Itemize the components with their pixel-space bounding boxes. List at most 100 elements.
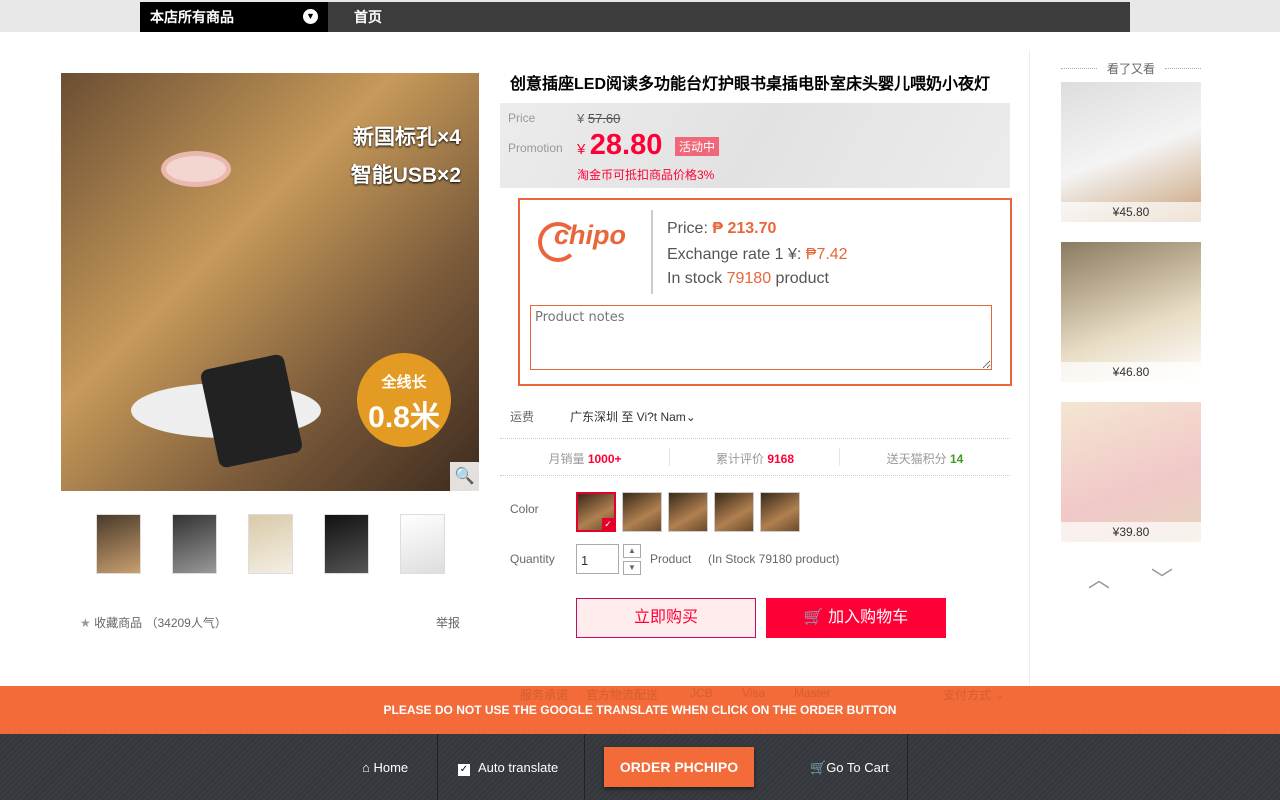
go-to-cart-button[interactable]: 🛒Go To Cart	[810, 760, 889, 776]
stock-note: (In Stock 79180 product)	[708, 552, 840, 566]
divider	[907, 734, 908, 800]
divider	[437, 734, 438, 800]
divider	[584, 734, 585, 800]
home-label: Home	[373, 760, 409, 775]
stock-info: In stock 79180 product	[667, 270, 829, 288]
promotion-price-value: 28.80	[589, 129, 663, 161]
chipo-price-label: Price:	[667, 220, 708, 237]
buy-now-button[interactable]: 立即购买	[576, 598, 756, 638]
chipo-price: Price: ₱ 213.70	[667, 220, 776, 238]
nav-home[interactable]: 首页	[354, 2, 382, 32]
quantity-unit: Product	[650, 552, 692, 566]
add-to-cart-button[interactable]: 🛒 加入购物车	[766, 598, 946, 638]
stat-value: 1000+	[587, 452, 622, 466]
stock-value: 79180	[726, 270, 772, 287]
color-swatch[interactable]	[760, 492, 800, 532]
auto-translate-label: Auto translate	[478, 760, 559, 775]
favorite-button[interactable]: ★ 收藏商品 （34209人气）	[80, 614, 227, 631]
color-swatch[interactable]	[714, 492, 754, 532]
recommend-item[interactable]: ¥45.80	[1061, 82, 1201, 222]
thumbnail[interactable]	[324, 514, 369, 574]
shipping-destination-select[interactable]: 广东深圳 至 Vi?t Nam⌄	[570, 408, 696, 425]
thumbnail[interactable]	[400, 514, 445, 574]
recommend-price: ¥45.80	[1061, 202, 1201, 222]
faint-logistics: 官方物流配送	[586, 688, 659, 702]
magnifier-icon[interactable]: 🔍	[450, 462, 479, 491]
favorite-label: 收藏商品	[94, 616, 143, 630]
chevron-down-icon: ▼	[303, 9, 318, 24]
all-products-menu[interactable]: 本店所有商品 ▼	[140, 2, 328, 32]
phone-graphic	[199, 353, 304, 469]
recommend-price: ¥39.80	[1061, 522, 1201, 542]
image-caption-2: 智能USB×2	[350, 164, 461, 187]
recommend-title: 看了又看	[1061, 60, 1201, 77]
color-options	[576, 492, 800, 532]
popularity-count: （34209人气）	[145, 616, 227, 630]
promotion-label: Promotion	[508, 141, 563, 155]
color-label: Color	[510, 502, 539, 516]
quantity-input[interactable]: 1	[576, 544, 619, 574]
product-notes-input[interactable]	[530, 305, 992, 370]
quantity-down-button[interactable]: ▼	[623, 561, 641, 575]
color-swatch[interactable]	[668, 492, 708, 532]
thumbnail-strip	[96, 514, 445, 574]
faint-service: 服务承诺	[520, 688, 569, 702]
auto-translate-toggle[interactable]: ✓ Auto translate	[458, 760, 558, 776]
stat-value: 14	[950, 452, 964, 466]
stat-label: 累计评价	[715, 452, 764, 466]
promo-tag: 活动中	[675, 137, 720, 156]
tmall-points: 送天猫积分 14	[840, 450, 1010, 467]
currency: ¥	[577, 111, 585, 126]
original-price: ¥ 57.60	[577, 111, 620, 126]
rate-value: ₱7.42	[805, 246, 848, 263]
original-price-value: 57.60	[587, 111, 621, 126]
price-label: Price	[508, 111, 536, 125]
quantity-label: Quantity	[510, 552, 555, 566]
lamp-graphic	[161, 151, 231, 187]
price-box: Price ¥ 57.60 Promotion ¥ 28.80 活动中 淘金币可…	[500, 103, 1010, 188]
checkbox-checked-icon[interactable]: ✓	[458, 764, 470, 776]
home-icon: ⌂	[362, 760, 370, 775]
divider	[500, 438, 1010, 439]
promotion-price: ¥ 28.80	[577, 129, 662, 162]
cart-label: Go To Cart	[826, 760, 889, 775]
chevron-up-icon[interactable]: ︿	[1088, 562, 1110, 594]
recommend-item[interactable]: ¥39.80	[1061, 402, 1201, 542]
order-button[interactable]: ORDER PHCHIPO	[604, 747, 754, 787]
thumbnail[interactable]	[248, 514, 293, 574]
add-cart-label: 加入购物车	[828, 609, 909, 626]
cable-length-badge: 全线长 0.8米	[357, 353, 451, 447]
divider	[500, 475, 1010, 476]
recommend-item[interactable]: ¥46.80	[1061, 242, 1201, 382]
exchange-rate: Exchange rate 1 ¥: ₱7.42	[667, 246, 848, 264]
badge-line-1: 全线长	[381, 374, 427, 391]
star-icon: ★	[80, 616, 91, 630]
color-swatch-selected[interactable]	[576, 492, 616, 532]
home-button[interactable]: ⌂ Home	[362, 760, 408, 775]
stat-label: 月销量	[548, 452, 585, 466]
product-title: 创意插座LED阅读多功能台灯护眼书桌插电卧室床头婴儿喂奶小夜灯	[510, 76, 991, 93]
coin-note: 淘金币可抵扣商品价格3%	[577, 168, 715, 182]
stat-label: 送天猫积分	[886, 452, 947, 466]
review-count[interactable]: 累计评价 9168	[670, 450, 840, 467]
currency: ¥	[577, 141, 586, 158]
monthly-sales: 月销量 1000+	[500, 450, 670, 467]
faint-payment: 支付方式 ⌄	[943, 688, 1005, 702]
quantity-up-button[interactable]: ▲	[623, 544, 641, 558]
chevron-down-icon[interactable]: ﹀	[1151, 562, 1173, 594]
stock-unit: product	[775, 270, 829, 287]
badge-line-2: 0.8米	[368, 401, 440, 434]
faint-visa: Visa	[742, 686, 766, 700]
report-link[interactable]: 举报	[436, 614, 460, 631]
cart-icon: 🛒	[803, 609, 824, 626]
chipo-price-value: ₱ 213.70	[712, 220, 777, 237]
rate-label: Exchange rate 1 ¥:	[667, 246, 802, 263]
color-swatch[interactable]	[622, 492, 662, 532]
recommend-price: ¥46.80	[1061, 362, 1201, 382]
divider	[651, 210, 653, 294]
faint-jcb: JCB	[690, 686, 713, 700]
thumbnail[interactable]	[96, 514, 141, 574]
thumbnail[interactable]	[172, 514, 217, 574]
chipo-box: chipo Price: ₱ 213.70 Exchange rate 1 ¥:…	[518, 198, 1012, 386]
chipo-logo: chipo	[538, 220, 626, 262]
